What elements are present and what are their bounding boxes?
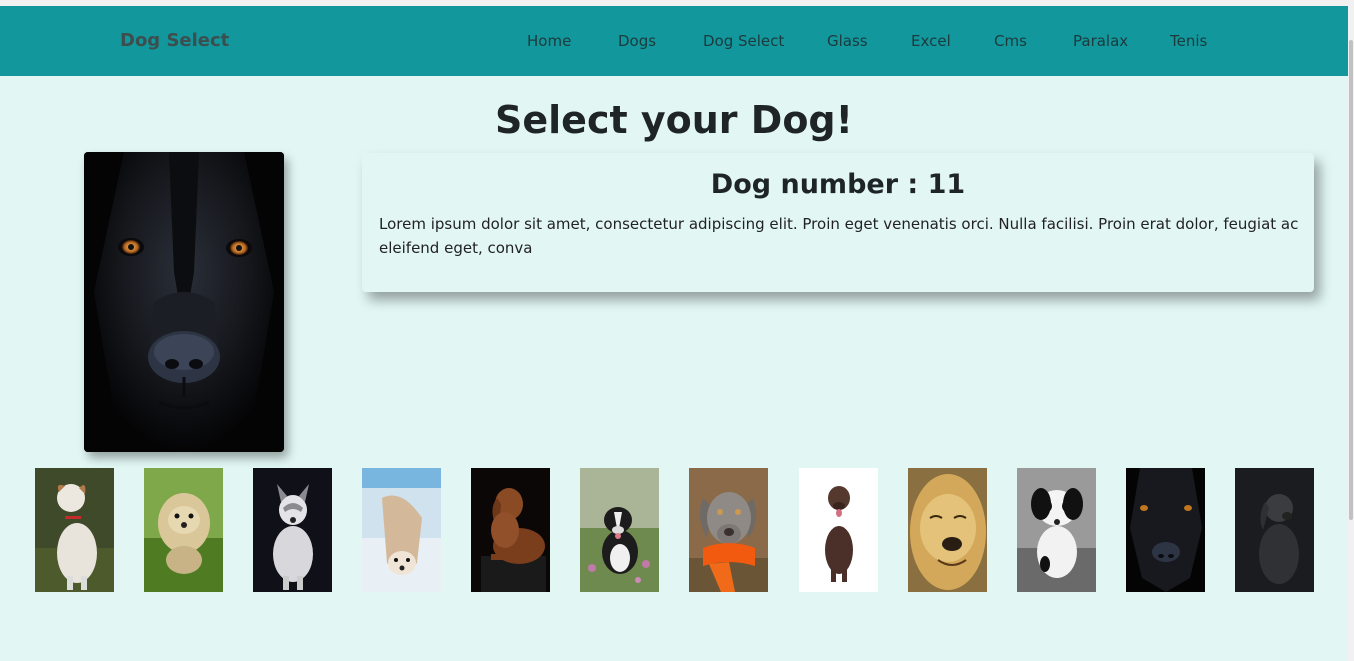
thumbnail-dog-5[interactable]: [471, 468, 550, 592]
thumbnail-dog-3[interactable]: [253, 468, 332, 592]
nav-glass[interactable]: Glass: [827, 32, 868, 50]
thumbnail-dog-8[interactable]: [799, 468, 878, 592]
thumbnail-dog-1[interactable]: [35, 468, 114, 592]
nav-dogs[interactable]: Dogs: [618, 32, 656, 50]
dog-number-title: Dog number : 11: [710, 169, 966, 200]
nav-dog-select[interactable]: Dog Select: [703, 32, 784, 50]
page-title: Select your Dog!: [495, 98, 853, 142]
thumbnail-dog-6[interactable]: [580, 468, 659, 592]
nav-tenis[interactable]: Tenis: [1170, 32, 1207, 50]
scrollbar-thumb[interactable]: [1349, 40, 1353, 520]
thumbnail-dog-12[interactable]: [1235, 468, 1314, 592]
thumbnail-dog-4[interactable]: [362, 468, 441, 592]
thumbnail-dog-9[interactable]: [908, 468, 987, 592]
thumbnail-dog-2[interactable]: [144, 468, 223, 592]
dog-info-card: Dog number : 11 Lorem ipsum dolor sit am…: [362, 153, 1314, 292]
nav-paralax[interactable]: Paralax: [1073, 32, 1128, 50]
thumbnail-dog-7[interactable]: [689, 468, 768, 592]
nav-links: Home Dogs Dog Select Glass Excel Cms Par…: [0, 32, 1348, 52]
nav-excel[interactable]: Excel: [911, 32, 951, 50]
thumbnail-dog-10[interactable]: [1017, 468, 1096, 592]
nav-home[interactable]: Home: [527, 32, 571, 50]
top-navbar: Dog Select Home Dogs Dog Select Glass Ex…: [0, 6, 1348, 76]
dog-description: Lorem ipsum dolor sit amet, consectetur …: [379, 215, 1299, 257]
nav-cms[interactable]: Cms: [994, 32, 1027, 50]
selected-dog-photo: [84, 152, 284, 452]
page-scrollbar[interactable]: [1348, 0, 1354, 661]
thumbnail-dog-11[interactable]: [1126, 468, 1205, 592]
